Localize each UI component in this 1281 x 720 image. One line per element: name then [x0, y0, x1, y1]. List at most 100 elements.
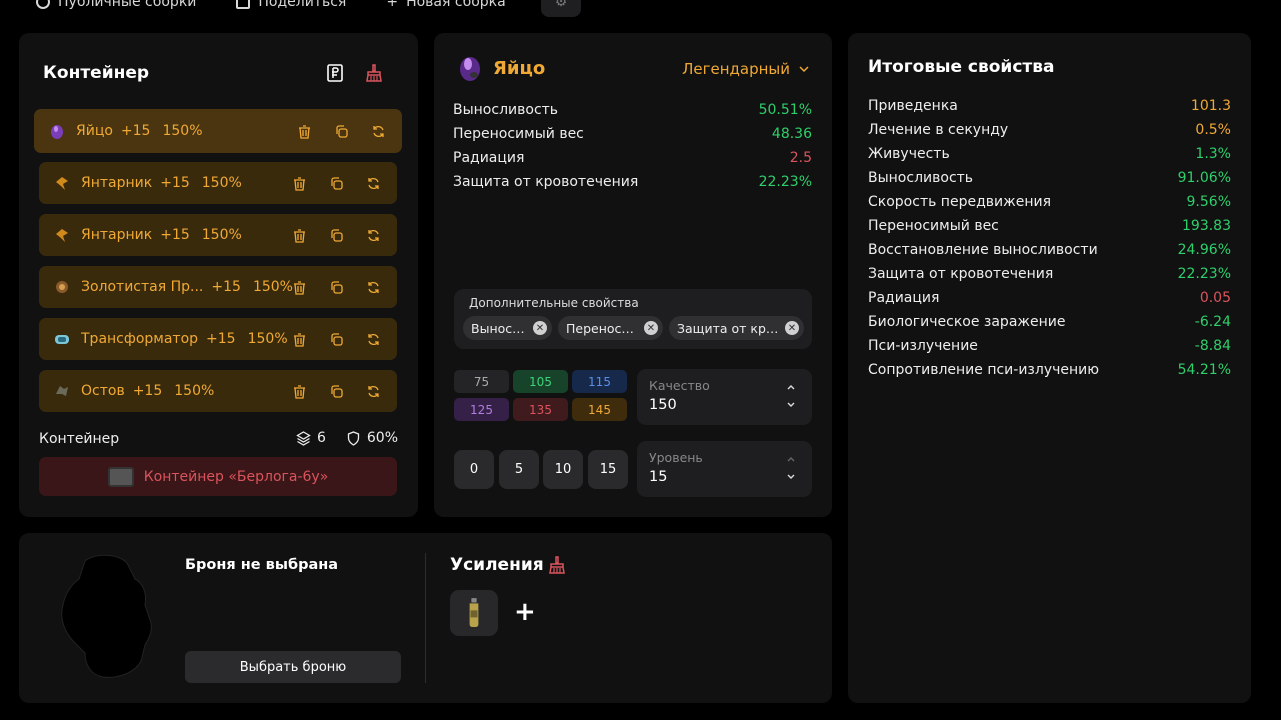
nav-new-build-label: Новая сборка [406, 0, 506, 10]
slot-level: +15 [211, 279, 241, 295]
container-slot[interactable]: Яйцо +15 150% [34, 109, 402, 153]
divider [425, 553, 426, 683]
copy-icon[interactable] [329, 332, 344, 347]
quality-preset-button[interactable]: 75 [454, 370, 509, 393]
result-stat-row: Скорость передвижения 9.56% [868, 194, 1231, 210]
extra-properties-title: Дополнительные свойства [469, 296, 639, 310]
chevron-down-icon[interactable] [786, 400, 796, 410]
stat-label: Выносливость [868, 170, 974, 186]
quality-preset-button[interactable]: 145 [572, 398, 627, 421]
nav-public-builds[interactable]: Публичные сборки [36, 0, 196, 10]
trash-icon[interactable] [292, 332, 307, 347]
level-value[interactable]: 15 [649, 469, 667, 485]
quality-preset-button[interactable]: 105 [513, 370, 568, 393]
stat-value: 9.56% [1186, 194, 1231, 210]
close-icon[interactable]: ✕ [644, 321, 658, 335]
slot-level: +15 [160, 175, 190, 191]
artifact-stat-row: Радиация 2.5 [453, 150, 812, 166]
stat-value: 24.96% [1177, 242, 1231, 258]
stat-value: 91.06% [1177, 170, 1231, 186]
stat-value: 0.05 [1199, 290, 1231, 306]
select-container-button[interactable]: Контейнер «Берлога-6у» [39, 457, 397, 496]
stat-label: Скорость передвижения [868, 194, 1051, 210]
level-preset-button[interactable]: 10 [543, 450, 583, 489]
copy-icon[interactable] [329, 228, 344, 243]
settings-button[interactable]: ⚙ [541, 0, 581, 17]
stat-label: Защита от кровотечения [868, 266, 1054, 282]
trash-icon[interactable] [292, 176, 307, 191]
slot-level: +15 [132, 383, 163, 399]
slot-name: Трансформатор [81, 331, 199, 347]
trash-icon[interactable] [292, 228, 307, 243]
container-box-icon [107, 466, 134, 487]
stat-value: -6.24 [1194, 314, 1231, 330]
trash-icon[interactable] [292, 384, 307, 399]
close-icon[interactable]: ✕ [785, 321, 799, 335]
container-slot[interactable]: Трансформатор +15 150% [39, 318, 397, 360]
nav-share[interactable]: Поделиться [236, 0, 346, 10]
level-preset-button[interactable]: 0 [454, 450, 494, 489]
ruble-icon[interactable] [326, 64, 344, 82]
slot-quality: 150% [201, 227, 242, 243]
copy-icon[interactable] [334, 124, 349, 139]
gear-icon: ⚙ [554, 0, 568, 10]
egg-icon [460, 57, 480, 81]
refresh-icon[interactable] [366, 280, 381, 295]
quality-presets: 75 105 115 125 135 145 [454, 370, 629, 421]
property-chip[interactable]: Выносливость ✕ [463, 316, 552, 340]
chip-label: Защита от кровотечения [677, 320, 779, 336]
layers-icon [296, 430, 311, 446]
level-preset-button[interactable]: 5 [499, 450, 539, 489]
stat-value: 48.36 [771, 126, 812, 142]
level-stepper[interactable]: Уровень 15 [637, 441, 812, 497]
chevron-up-icon[interactable] [786, 454, 796, 464]
stat-label: Выносливость [453, 102, 559, 118]
add-boost-button[interactable]: + [514, 599, 536, 625]
refresh-icon[interactable] [366, 176, 381, 191]
refresh-icon[interactable] [366, 332, 381, 347]
slot-quality: 150% [174, 383, 215, 399]
protection-value: 60% [366, 430, 398, 446]
close-icon[interactable]: ✕ [533, 321, 547, 335]
quality-preset-button[interactable]: 135 [513, 398, 568, 421]
trash-icon[interactable] [292, 280, 307, 295]
quality-stepper[interactable]: Качество 150 [637, 369, 812, 425]
container-slot[interactable]: Золотистая Пр... +15 150% [39, 266, 397, 308]
trash-icon[interactable] [297, 124, 312, 139]
boost-slot[interactable] [450, 590, 498, 636]
chip-label: Выносливость [471, 320, 527, 336]
refresh-icon[interactable] [371, 124, 386, 139]
quality-preset-button[interactable]: 115 [572, 370, 627, 393]
level-preset-button[interactable]: 15 [588, 450, 628, 489]
container-slot[interactable]: Янтарник +15 150% [39, 162, 397, 204]
result-stat-row: Радиация 0.05 [868, 290, 1231, 306]
refresh-icon[interactable] [366, 228, 381, 243]
boost-bottle-icon [469, 598, 479, 627]
stat-label: Защита от кровотечения [453, 174, 639, 190]
copy-icon[interactable] [329, 176, 344, 191]
nav-new-build[interactable]: + Новая сборка [386, 0, 505, 10]
stat-label: Биологическое заражение [868, 314, 1066, 330]
copy-icon[interactable] [329, 384, 344, 399]
chevron-up-icon[interactable] [786, 382, 796, 392]
slot-name: Янтарник [81, 175, 153, 191]
broom-icon[interactable] [548, 556, 566, 574]
container-slot[interactable]: Янтарник +15 150% [39, 214, 397, 256]
broom-icon[interactable] [365, 64, 383, 82]
copy-icon[interactable] [329, 280, 344, 295]
property-chip[interactable]: Переносимый вес ✕ [558, 316, 663, 340]
quality-value[interactable]: 150 [649, 397, 677, 413]
rarity-dropdown[interactable]: Легендарный [682, 60, 810, 78]
property-chip[interactable]: Защита от кровотечения ✕ [669, 316, 804, 340]
refresh-icon[interactable] [366, 384, 381, 399]
nav-public-builds-label: Публичные сборки [58, 0, 197, 10]
stat-value: 193.83 [1182, 218, 1231, 234]
globe-icon [36, 0, 50, 9]
result-stat-row: Биологическое заражение -6.24 [868, 314, 1231, 330]
select-armor-button[interactable]: Выбрать броню [185, 651, 401, 683]
quality-preset-button[interactable]: 125 [454, 398, 509, 421]
container-slot[interactable]: Остов +15 150% [39, 370, 397, 412]
stat-label: Живучесть [868, 146, 950, 162]
stat-label: Лечение в секунду [868, 122, 1009, 138]
chevron-down-icon[interactable] [786, 472, 796, 482]
